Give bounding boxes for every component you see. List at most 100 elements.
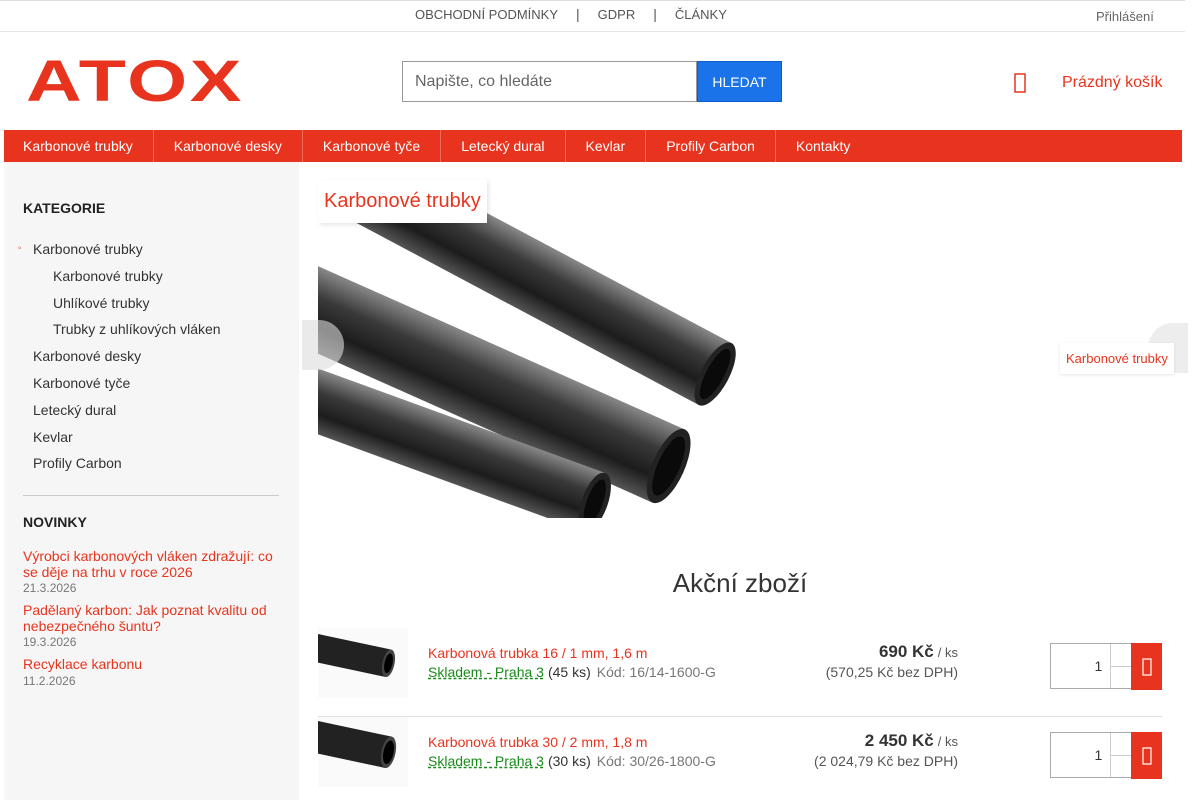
nav-profily-carbon[interactable]: Profily Carbon [646,130,776,162]
featured-heading: Akční zboží [672,568,808,598]
increment-icon[interactable] [1111,644,1131,667]
news-date: 19.3.2026 [23,635,77,649]
nav-karbonove-desky[interactable]: Karbonové desky [154,130,303,162]
quantity-spin [1110,733,1131,777]
product-name[interactable]: Karbonová trubka 16 / 1 mm, 1,6 m [428,645,647,661]
link-clanky[interactable]: ČLÁNKY [665,7,737,23]
news-list: Výrobci karbonových vláken zdražují: co … [23,548,279,696]
search-input[interactable] [402,61,697,102]
product-price: 2 450 Kč / ks (2 024,79 Kč bez DPH) [814,731,958,769]
category-item[interactable]: Karbonové desky [33,347,221,374]
product-code: Kód: 16/14-1600-G [596,664,716,680]
separator: | [576,6,580,22]
stock-quantity: (45 ks) [547,664,591,680]
quantity-input[interactable]: 1 [1051,644,1110,688]
cart-label: Prázdný košík [1062,74,1163,91]
link-gdpr[interactable]: GDPR [588,7,646,23]
category-label: Uhlíkové trubky [53,294,150,311]
news-date: 21.3.2026 [23,581,77,595]
quantity-spin [1110,644,1131,688]
nav-kontakty[interactable]: Kontakty [776,130,870,162]
news-date: 11.2.2026 [23,673,76,688]
top-bar: OBCHODNÍ PODMÍNKY | GDPR | ČLÁNKY Přihlá… [0,0,1185,32]
separator: | [653,6,657,22]
price-value: 690 Kč [878,642,934,661]
login-link[interactable]: Přihlášení [1096,9,1154,24]
bullet-icon: ◦ [18,243,22,254]
category-label: Kevlar [33,428,73,445]
product-row: Karbonová trubka 30 / 2 mm, 1,8 m Sklade… [318,717,1162,800]
cart-icon [1014,73,1026,93]
price-without-vat: (570,25 Kč bez DPH) [825,664,958,680]
carbon-tubes-image [318,210,736,518]
subcategory-item[interactable]: Trubky z uhlíkových vláken [33,320,221,347]
news-item: Výrobci karbonových vláken zdražují: co … [23,548,279,595]
sidebar-divider [23,495,279,496]
logo[interactable]: ATOX [26,49,246,114]
quantity-input[interactable]: 1 [1051,733,1110,777]
cart[interactable]: Prázdný košík [1014,72,1162,94]
product-stock: Skladem - Praha 3 (45 ks) Kód: 16/14-160… [428,664,716,680]
nav-letecky-dural[interactable]: Letecký dural [441,130,566,162]
category-label: Profily Carbon [33,455,122,472]
decrement-icon[interactable] [1111,756,1131,778]
category-label: Trubky z uhlíkových vláken [53,321,221,338]
news-item: Padělaný karbon: Jak poznat kvalitu od n… [23,602,279,649]
stock-quantity: (30 ks) [547,753,591,769]
category-label: Karbonové trubky [33,241,143,257]
search-bar: HLEDAT [402,61,782,102]
product-image[interactable] [318,628,408,698]
top-links: OBCHODNÍ PODMÍNKY | GDPR | ČLÁNKY [405,7,737,23]
product-price: 690 Kč / ks (570,25 Kč bez DPH) [826,642,958,680]
banner-side-label: Karbonové trubky [1060,343,1174,374]
news-item: Recyklace karbonu 11.2.2026 [23,656,279,688]
price-without-vat: (2 024,79 Kč bez DPH) [814,753,958,769]
categories-heading: KATEGORIE [23,200,106,216]
quantity-stepper[interactable]: 1 [1050,732,1132,778]
category-label: Karbonové trubky [53,267,163,284]
atox-logo-graphic: ATOX [26,49,244,114]
news-title[interactable]: Recyklace karbonu [23,656,279,673]
stock-availability[interactable]: Skladem - Praha 3 [428,664,544,680]
nav-karbonove-trubky[interactable]: Karbonové trubky [4,130,154,162]
category-label: Letecký dural [33,401,117,418]
decrement-icon[interactable] [1111,667,1131,689]
product-image[interactable] [318,717,408,787]
add-to-cart-button[interactable] [1131,643,1162,690]
nav-karbonove-tyce[interactable]: Karbonové tyče [303,130,442,162]
main-nav: Karbonové trubky Karbonové desky Karbono… [4,130,1182,162]
category-item[interactable]: Karbonové tyče [33,374,221,401]
hero-banner[interactable]: Karbonové trubky Karbonové trubky [302,180,1188,520]
news-title[interactable]: Padělaný karbon: Jak poznat kvalitu od n… [23,602,279,634]
news-heading: NOVINKY [23,514,87,530]
category-list: ◦ Karbonové trubky Karbonové trubky Uhlík… [18,240,221,481]
product-row: Karbonová trubka 16 / 1 mm, 1,6 m Sklade… [318,628,1162,717]
search-button[interactable]: HLEDAT [697,61,782,102]
banner-title: Karbonové trubky [318,180,487,223]
link-obchodni-podminky[interactable]: OBCHODNÍ PODMÍNKY [405,7,568,23]
nav-kevlar[interactable]: Kevlar [566,130,647,162]
category-label: Karbonové desky [33,348,142,365]
product-code: Kód: 30/26-1800-G [596,753,716,769]
price-unit: / ks [937,645,958,660]
add-to-cart-button[interactable] [1131,732,1162,779]
quantity-stepper[interactable]: 1 [1050,643,1132,689]
product-name[interactable]: Karbonová trubka 30 / 2 mm, 1,8 m [428,734,647,750]
cart-icon [1141,657,1152,676]
product-stock: Skladem - Praha 3 (30 ks) Kód: 30/26-180… [428,753,716,769]
increment-icon[interactable] [1111,733,1131,756]
subcategory-item[interactable]: Uhlíkové trubky [33,294,221,321]
logo-text: ATOX [26,55,244,107]
category-item[interactable]: Letecký dural [33,401,221,428]
subcategory-item[interactable]: Karbonové trubky [33,267,221,294]
sidebar: KATEGORIE ◦ Karbonové trubky Karbonové tr… [4,162,299,800]
cart-icon [1141,746,1152,765]
category-item[interactable]: Kevlar [33,428,221,455]
category-item[interactable]: Profily Carbon [33,454,221,481]
category-item[interactable]: ◦ Karbonové trubky [18,240,221,267]
news-title[interactable]: Výrobci karbonových vláken zdražují: co … [23,548,279,580]
price-value: 2 450 Kč [864,731,934,750]
price-unit: / ks [937,734,958,749]
stock-availability[interactable]: Skladem - Praha 3 [428,753,544,769]
category-label: Karbonové tyče [33,374,131,391]
